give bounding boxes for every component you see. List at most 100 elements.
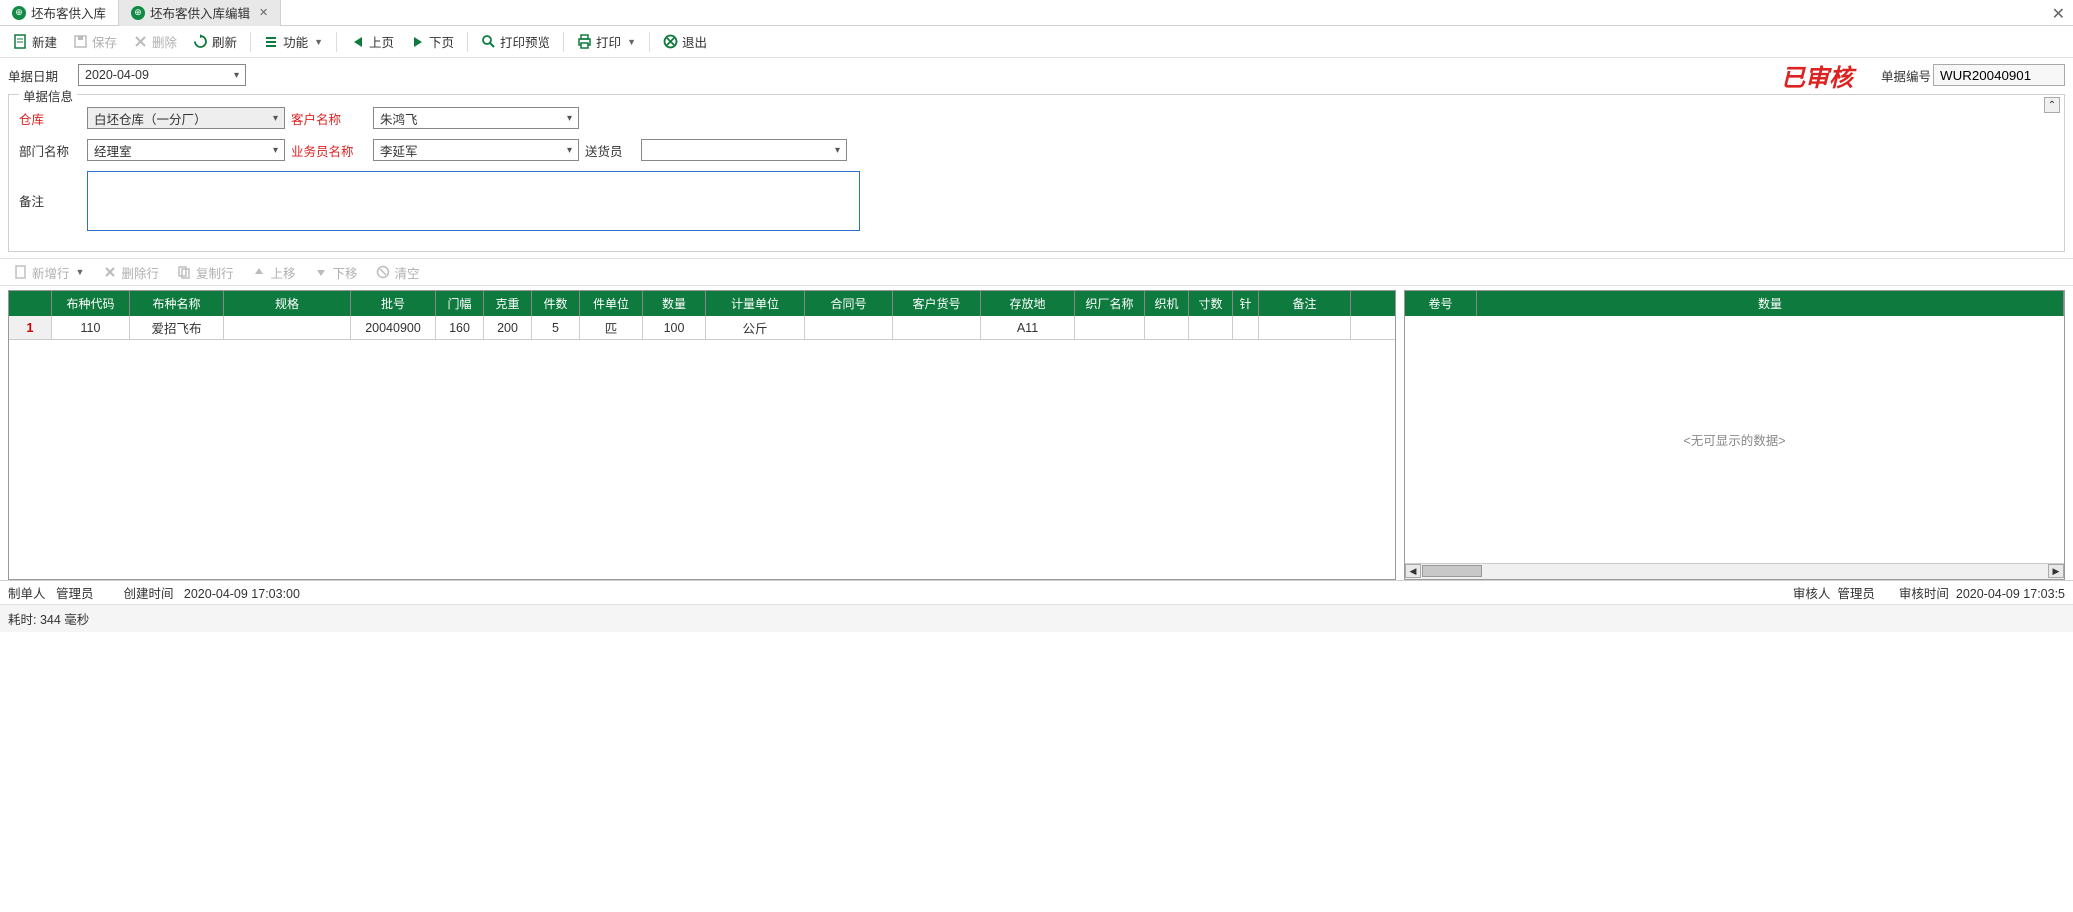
move-down-button: 下移 [306,260,364,285]
print-button[interactable]: 打印 ▼ [570,29,643,54]
cell[interactable]: 20040900 [351,316,436,339]
col-contract[interactable]: 合同号 [805,291,893,316]
grid-toolbar: 新增行 ▼ 删除行 复制行 上移 下移 清空 [0,258,2073,286]
cell[interactable] [1189,316,1233,339]
table-row[interactable]: 1 110 爱招飞布 20040900 160 200 5 匹 100 公斤 A… [9,316,1395,340]
grid-body[interactable]: 1 110 爱招飞布 20040900 160 200 5 匹 100 公斤 A… [9,316,1395,579]
globe-icon: ⊕ [12,6,26,20]
copy-icon [177,265,192,280]
col-qty[interactable]: 数量 [643,291,706,316]
col-customer-item[interactable]: 客户货号 [893,291,981,316]
chevron-down-icon: ▼ [76,267,85,277]
scroll-thumb[interactable] [1422,565,1482,577]
new-icon [13,34,28,49]
chevron-down-icon: ▾ [234,70,239,81]
tab-bar: ⊕ 坯布客供入库 ⊕ 坯布客供入库编辑 ✕ ✕ [0,0,2073,26]
col-inch[interactable]: 寸数 [1189,291,1233,316]
cell[interactable]: 公斤 [706,316,805,339]
col-remark[interactable]: 备注 [1259,291,1351,316]
col-qty[interactable]: 数量 [1477,291,2064,316]
col-rownum [9,291,52,316]
globe-icon: ⊕ [131,6,145,20]
status-bar: 制单人 管理员 创建时间 2020-04-09 17:03:00 审核人 管理员… [0,580,2073,604]
search-icon [481,34,496,49]
cell[interactable]: 110 [52,316,130,339]
remark-label: 备注 [19,171,81,210]
cell[interactable] [1075,316,1145,339]
dept-select[interactable]: 经理室 ▾ [87,139,285,161]
next-page-button[interactable]: 下页 [403,29,461,54]
approved-stamp: 已审核 [1781,58,1853,93]
col-width[interactable]: 门幅 [436,291,484,316]
scroll-left-icon[interactable]: ◀ [1405,564,1421,578]
tab-edit-view[interactable]: ⊕ 坯布客供入库编辑 ✕ [119,0,281,26]
auditor-value: 管理员 [1837,587,1875,601]
cell[interactable] [224,316,351,339]
cell[interactable]: 100 [643,316,706,339]
col-location[interactable]: 存放地 [981,291,1075,316]
cell[interactable]: 匹 [580,316,643,339]
cell[interactable]: 160 [436,316,484,339]
grids-container: 布种代码 布种名称 规格 批号 门幅 克重 件数 件单位 数量 计量单位 合同号… [0,286,2073,580]
col-piece-unit[interactable]: 件单位 [580,291,643,316]
warehouse-select[interactable]: 白坯仓库（一分厂） ▾ [87,107,285,129]
deliverer-select[interactable]: ▾ [641,139,847,161]
remark-textarea[interactable] [87,171,860,231]
col-loom[interactable]: 织机 [1145,291,1189,316]
col-spec[interactable]: 规格 [224,291,351,316]
side-grid[interactable]: 卷号 数量 <无可显示的数据> ◀ ▶ [1404,290,2065,580]
cell[interactable] [1233,316,1259,339]
prev-page-button[interactable]: 上页 [343,29,401,54]
tab-list-view[interactable]: ⊕ 坯布客供入库 [0,0,119,26]
col-fabric-name[interactable]: 布种名称 [130,291,224,316]
printer-icon [577,34,592,49]
close-all-icon[interactable]: ✕ [2052,4,2065,24]
cell[interactable] [805,316,893,339]
col-weight[interactable]: 克重 [484,291,532,316]
col-fabric-code[interactable]: 布种代码 [52,291,130,316]
collapse-button[interactable]: ⌃ [2044,97,2060,113]
cell[interactable] [1145,316,1189,339]
dept-label: 部门名称 [19,141,81,160]
cell[interactable]: 爱招飞布 [130,316,224,339]
new-icon [13,265,28,280]
salesman-select[interactable]: 李延军 ▾ [373,139,579,161]
col-roll-no[interactable]: 卷号 [1405,291,1477,316]
chevron-down-icon: ▾ [273,113,278,124]
no-data-text: <无可显示的数据> [1405,316,2064,563]
exit-button[interactable]: 退出 [656,29,714,54]
delete-button: 删除 [126,29,184,54]
main-grid[interactable]: 布种代码 布种名称 规格 批号 门幅 克重 件数 件单位 数量 计量单位 合同号… [8,290,1396,580]
creator-label: 制单人 [8,587,46,601]
cell[interactable]: 5 [532,316,580,339]
salesman-label: 业务员名称 [291,141,367,160]
grid-body: <无可显示的数据> [1405,316,2064,563]
delete-row-button: 删除行 [95,260,166,285]
col-needle[interactable]: 针 [1233,291,1259,316]
col-factory[interactable]: 织厂名称 [1075,291,1145,316]
functions-button[interactable]: 功能 ▼ [257,29,330,54]
chevron-down-icon: ▾ [567,113,572,124]
scroll-right-icon[interactable]: ▶ [2048,564,2064,578]
row-number: 1 [9,316,52,339]
col-batch[interactable]: 批号 [351,291,436,316]
timing-text: 耗时: 344 毫秒 [0,604,2073,632]
cell[interactable]: 200 [484,316,532,339]
creator-value: 管理员 [56,587,94,601]
delete-icon [133,34,148,49]
new-button[interactable]: 新建 [6,29,64,54]
cell[interactable] [1259,316,1351,339]
cell[interactable] [893,316,981,339]
print-preview-button[interactable]: 打印预览 [474,29,557,54]
col-unit[interactable]: 计量单位 [706,291,805,316]
form-header: 单据日期 2020-04-09 ▾ 已审核 单据编号 [0,58,2073,92]
doc-no-input[interactable] [1933,64,2065,86]
date-picker[interactable]: 2020-04-09 ▾ [78,64,246,86]
col-pieces[interactable]: 件数 [532,291,580,316]
cell[interactable]: A11 [981,316,1075,339]
customer-select[interactable]: 朱鸿飞 ▾ [373,107,579,129]
tab-label: 坯布客供入库 [31,3,106,22]
horizontal-scrollbar[interactable]: ◀ ▶ [1405,563,2064,579]
refresh-button[interactable]: 刷新 [186,29,244,54]
close-icon[interactable]: ✕ [259,6,268,19]
